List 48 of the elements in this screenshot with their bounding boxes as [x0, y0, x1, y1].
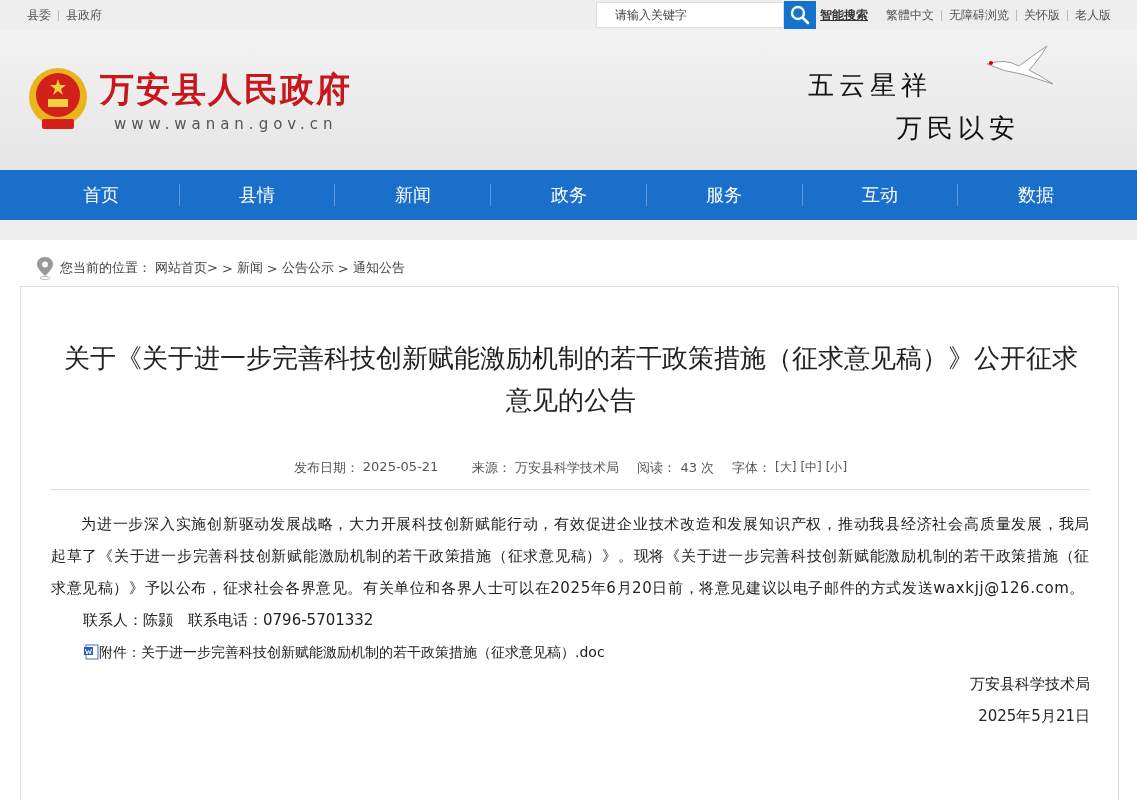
attachment-link[interactable]: 附件：关于进一步完善科技创新赋能激励机制的若干政策措施（征求意见稿）.doc: [99, 636, 605, 668]
breadcrumb-item[interactable]: 新闻: [236, 259, 263, 277]
nav-item[interactable]: 服务: [646, 183, 802, 207]
top-link[interactable]: 繁體中文: [886, 6, 934, 24]
crane-drawing: [985, 44, 1055, 88]
location-pin-icon: [36, 256, 54, 280]
font-size-link[interactable]: [小]: [825, 459, 848, 477]
top-link[interactable]: 关怀版: [1024, 6, 1060, 24]
nav-item[interactable]: 县情: [179, 183, 335, 207]
meta-label: 字体：: [732, 459, 772, 477]
breadcrumb-item[interactable]: 网站首页>: [155, 259, 218, 277]
breadcrumb-item[interactable]: 公告公示: [281, 259, 334, 277]
nav-item[interactable]: 互动: [802, 183, 958, 207]
top-link[interactable]: 县政府: [66, 6, 102, 24]
breadcrumb-separator: >: [221, 260, 233, 276]
search-button[interactable]: [784, 1, 816, 29]
sign-date: 2025年5月21日: [977, 706, 1090, 727]
read-count: 43 次: [680, 459, 715, 477]
slogan-text: 五云星祥: [808, 69, 933, 102]
site-name: 万安县人民政府: [100, 68, 352, 111]
publish-date: 2025-05-21: [362, 459, 439, 476]
top-link[interactable]: 无障碍浏览: [949, 6, 1009, 24]
top-link[interactable]: 县委: [27, 6, 51, 24]
document-icon: [83, 644, 99, 660]
nav-item[interactable]: 数据: [958, 183, 1114, 207]
nav-item[interactable]: 新闻: [335, 183, 491, 207]
meta-label: 阅读：: [637, 459, 677, 477]
breadcrumb-item[interactable]: 通知公告: [352, 259, 405, 277]
signature-text: 万安县科学技术局: [969, 674, 1090, 695]
font-size-link[interactable]: [中]: [800, 459, 822, 477]
slogan-text: 万民以安: [896, 112, 1020, 145]
contact-text: 联系人：陈颢 联系电话：0796-5701332: [82, 610, 375, 631]
top-link[interactable]: 老人版: [1075, 6, 1111, 24]
site-domain: www.wanan.gov.cn: [113, 115, 339, 133]
nav-item[interactable]: 首页: [24, 183, 179, 207]
meta-label: 来源：: [472, 459, 512, 477]
advanced-search-link[interactable]: 智能搜索: [820, 6, 868, 24]
source-text: 万安县科学技术局: [515, 459, 620, 477]
search-field[interactable]: 请输入关键字: [596, 2, 784, 28]
article-title: 关于《关于进一步完善科技创新赋能激励机制的若干政策措施（征求意见稿）》公开征求意见的公告: [62, 342, 1079, 417]
breadcrumb-separator: >: [266, 260, 278, 276]
font-size-link[interactable]: [大]: [775, 459, 797, 477]
meta-label: 发布日期：: [293, 459, 359, 477]
search-icon: [790, 5, 810, 25]
breadcrumb-separator: >: [337, 260, 349, 276]
nav-item[interactable]: 政务: [491, 183, 646, 207]
article-paragraph: 为进一步深入实施创新驱动发展战略，大力开展科技创新赋能行动，有效促进企业技术改造和发展知识产权，推动我县经济社会高质量发展，我局起草了《关于进一步完善科技创新赋能激励机制的若干政策措施（征求意见稿）》。现将《关于进一步完善科技创新赋能激励机制的若干政策措施（征求意见稿）》予以公布，征求社会各界意见。有关单位和各界人士可以在2025年6月20日前，将意见建议以电子邮件的方式发送waxkjj@126.com。: [51, 514, 1090, 599]
breadcrumb-label: 您当前的位置：: [60, 259, 151, 277]
